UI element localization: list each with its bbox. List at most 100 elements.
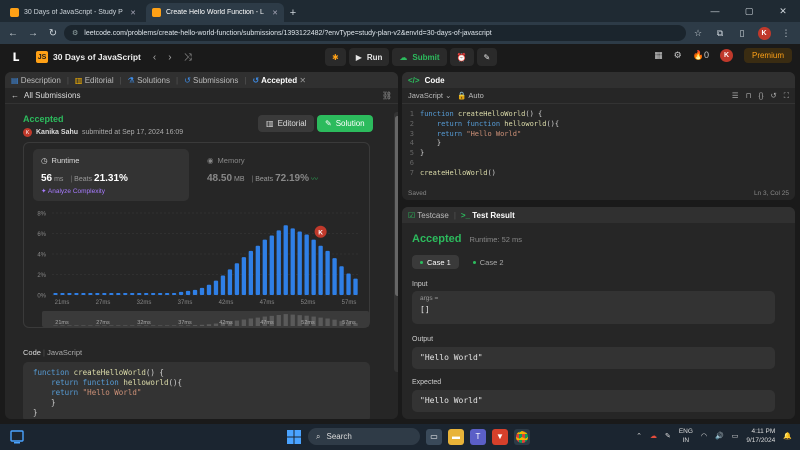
shuffle-icon[interactable]: ⤨ xyxy=(184,52,192,63)
leetcode-logo-icon[interactable]: ᒪ xyxy=(8,49,24,65)
language-select[interactable]: JavaScript ⌄ xyxy=(408,91,451,100)
back-arrow-icon[interactable]: ← xyxy=(4,28,22,39)
tab-test-result[interactable]: >_ Test Result xyxy=(461,211,515,220)
left-scrollbar[interactable] xyxy=(394,112,398,372)
sidebar-icon[interactable]: ▯ xyxy=(732,28,752,39)
chart-bar[interactable] xyxy=(311,239,316,295)
browser-tab-hello-world[interactable]: Create Hello World Function - L ✕ xyxy=(146,3,284,22)
user-avatar[interactable]: K xyxy=(719,49,733,62)
chrome-icon[interactable] xyxy=(514,428,530,445)
timer-button[interactable]: ⏰ xyxy=(449,48,474,66)
chevron-up-icon[interactable]: ⌃ xyxy=(636,432,642,440)
forward-arrow-icon[interactable]: → xyxy=(24,28,42,39)
chart-bar[interactable] xyxy=(151,292,156,295)
extensions-icon[interactable]: ⧉ xyxy=(710,28,730,39)
braces-icon[interactable]: {} xyxy=(758,91,763,101)
all-submissions-link[interactable]: All Submissions xyxy=(24,91,80,100)
runtime-box[interactable]: ◷ Runtime 56 ms | Beats 21.31% ✦ Analyze … xyxy=(33,149,189,201)
chart-bar[interactable] xyxy=(95,292,100,295)
author-name[interactable]: Kanika Sahu xyxy=(36,129,78,136)
pen-icon[interactable]: ✎ xyxy=(665,432,671,440)
scrollbar-thumb[interactable] xyxy=(395,116,398,296)
submit-button[interactable]: ☁ Submit xyxy=(392,48,447,66)
case-1-tab[interactable]: Case 1 xyxy=(412,255,459,269)
chart-bar[interactable] xyxy=(81,292,86,295)
url-field[interactable]: ⚙ leetcode.com/problems/create-hello-wor… xyxy=(64,25,686,41)
chart-bar[interactable] xyxy=(171,292,177,295)
debug-button[interactable]: ✱ xyxy=(325,48,346,66)
close-icon[interactable]: ✕ xyxy=(272,9,278,17)
solution-button[interactable]: ✎ Solution xyxy=(317,115,373,132)
analyze-complexity-link[interactable]: ✦ Analyze Complexity xyxy=(41,187,181,195)
tab-accepted[interactable]: ↺ Accepted ✕ xyxy=(252,76,306,85)
chart-bar[interactable] xyxy=(227,269,233,295)
chart-bar[interactable] xyxy=(74,292,79,295)
chart-bar[interactable] xyxy=(178,291,184,295)
reload-icon[interactable]: ↻ xyxy=(44,28,62,39)
chart-bar[interactable] xyxy=(185,290,191,295)
task-view-icon[interactable]: ▭ xyxy=(426,428,442,445)
close-icon[interactable]: ✕ xyxy=(130,9,136,17)
widgets-icon[interactable] xyxy=(10,430,24,444)
link-icon[interactable]: ⛓ xyxy=(382,91,392,100)
chart-bar[interactable] xyxy=(199,287,205,295)
chart-bar[interactable] xyxy=(290,228,295,295)
tab-submissions[interactable]: ↺ Submissions xyxy=(184,76,238,85)
tab-testcase[interactable]: ☑ Testcase xyxy=(408,211,449,220)
chart-bar[interactable] xyxy=(297,231,302,295)
prev-problem-icon[interactable]: ‹ xyxy=(153,52,156,63)
chart-bar[interactable] xyxy=(276,230,281,295)
fullscreen-icon[interactable]: ⛶ xyxy=(784,91,789,101)
chart-bar[interactable] xyxy=(255,245,260,295)
chart-bar[interactable] xyxy=(60,292,65,295)
auto-mode[interactable]: 🔒 Auto xyxy=(457,91,483,100)
minimize-icon[interactable]: — xyxy=(698,6,732,16)
chart-bar[interactable] xyxy=(157,292,163,295)
settings-gear-icon[interactable]: ⚙ xyxy=(674,50,682,61)
tab-description[interactable]: ▤ Description xyxy=(11,76,61,85)
wifi-icon[interactable]: ◠ xyxy=(701,432,707,440)
chart-bar[interactable] xyxy=(304,234,309,295)
chart-bar[interactable] xyxy=(248,250,254,295)
chart-bar[interactable] xyxy=(346,273,351,295)
chart-bar[interactable] xyxy=(262,239,267,295)
chart-bar[interactable] xyxy=(144,292,149,295)
cloud-icon[interactable]: ☁ xyxy=(650,432,657,440)
bookmark-icon[interactable]: ⊓ xyxy=(746,91,752,101)
case-2-tab[interactable]: Case 2 xyxy=(465,255,512,269)
next-problem-icon[interactable]: › xyxy=(168,52,171,63)
editorial-button[interactable]: ▥ Editorial xyxy=(258,115,315,132)
chart-bar[interactable] xyxy=(164,292,170,295)
close-tab-icon[interactable]: ✕ xyxy=(299,76,306,85)
chart-bar[interactable] xyxy=(339,266,344,295)
chart-bar[interactable] xyxy=(53,292,58,295)
streak-counter[interactable]: 🔥0 xyxy=(693,50,709,61)
chart-bar[interactable] xyxy=(192,289,198,295)
chart-bar[interactable] xyxy=(116,292,121,295)
clock[interactable]: 4:11 PM 9/17/2024 xyxy=(746,427,775,445)
chart-bar[interactable] xyxy=(137,292,142,295)
windows-start-icon[interactable] xyxy=(286,429,302,445)
chart-bar[interactable] xyxy=(283,225,288,295)
chart-bar[interactable] xyxy=(220,275,226,295)
profile-avatar[interactable]: K xyxy=(754,26,774,40)
notes-button[interactable]: ✎ xyxy=(476,48,498,66)
study-plan-title[interactable]: JS 30 Days of JavaScript xyxy=(36,51,141,63)
taskbar-search[interactable]: ⌕ Search xyxy=(308,428,420,445)
star-icon[interactable]: ☆ xyxy=(688,28,708,39)
battery-icon[interactable]: ▭ xyxy=(732,432,739,440)
browser-tab-study-plan[interactable]: 30 Days of JavaScript - Study P ✕ xyxy=(4,3,142,22)
premium-button[interactable]: Premium xyxy=(743,48,792,63)
chart-bar[interactable] xyxy=(102,292,107,295)
maximize-icon[interactable]: ▢ xyxy=(732,6,766,17)
tab-solutions[interactable]: ⚗ Solutions xyxy=(128,76,170,85)
layout-grid-icon[interactable]: ▦ xyxy=(654,50,663,61)
chart-bar[interactable] xyxy=(88,292,93,295)
chart-bar[interactable] xyxy=(241,257,247,295)
chart-bar[interactable] xyxy=(353,278,358,295)
chart-bar[interactable] xyxy=(123,292,128,295)
back-arrow-icon[interactable]: ← xyxy=(11,91,19,100)
run-button[interactable]: ▶ Run xyxy=(348,48,390,66)
format-icon[interactable]: ☰ xyxy=(732,91,739,101)
brave-icon[interactable]: ▼ xyxy=(492,428,508,445)
